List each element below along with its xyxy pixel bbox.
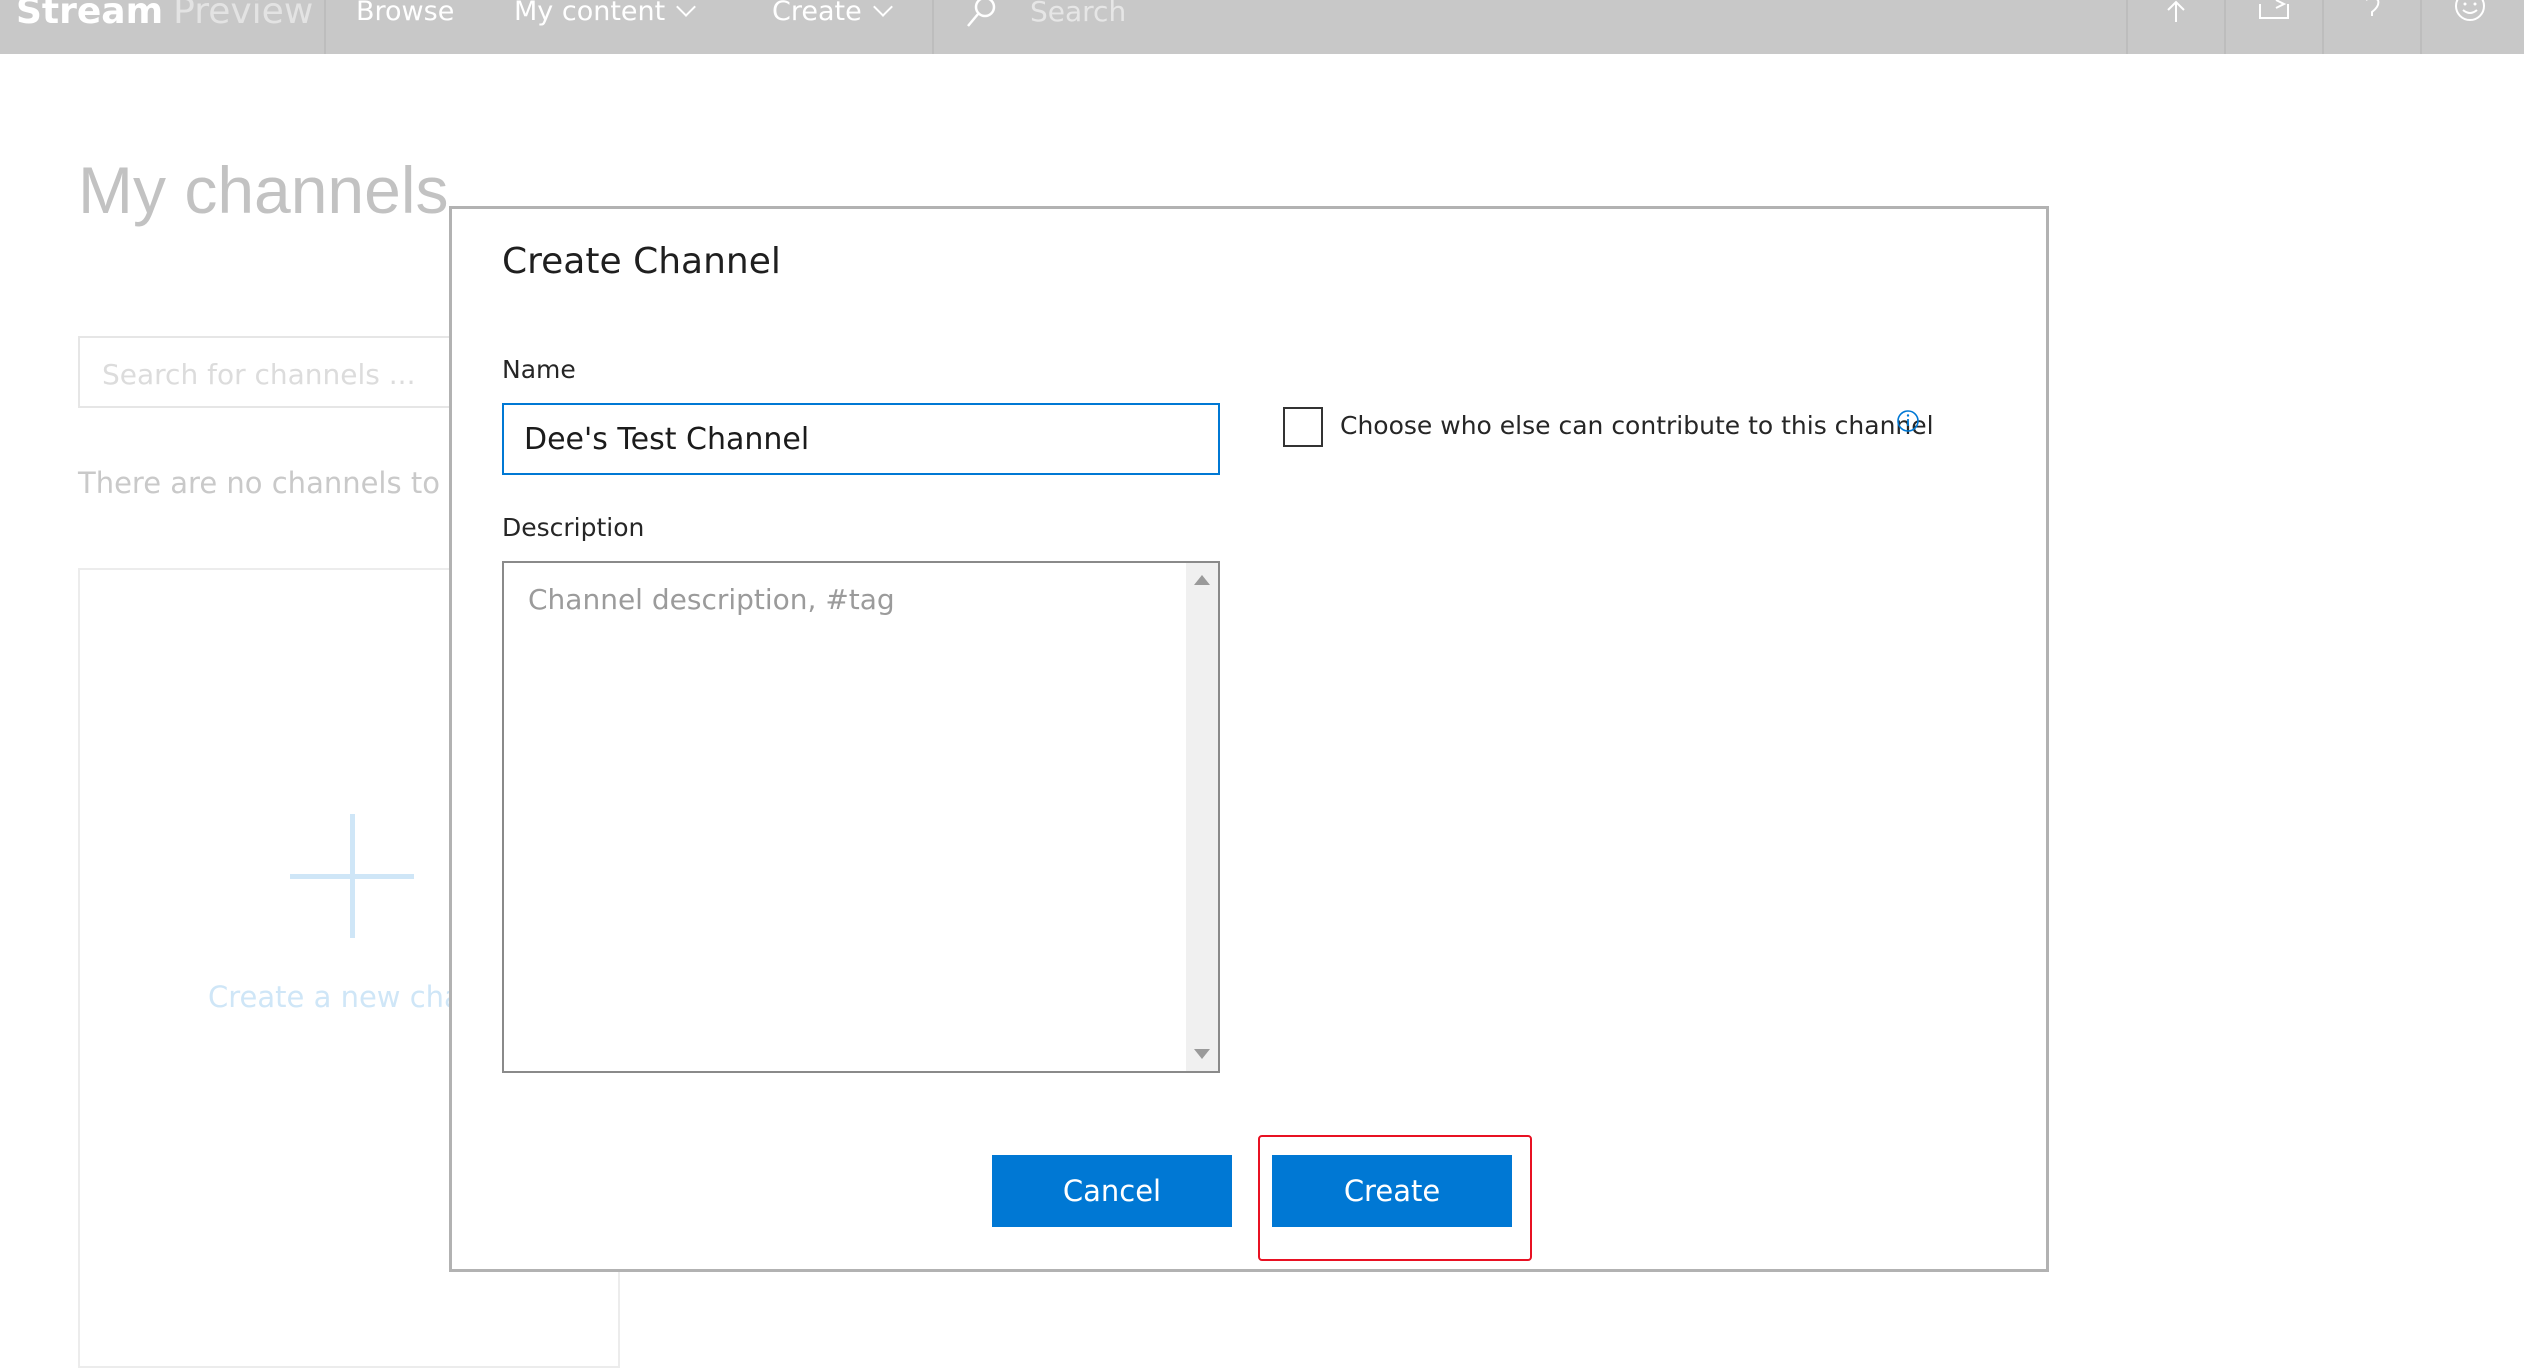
page-title: My channels [78,153,449,227]
description-label: Description [502,513,645,542]
brand-subtitle: Preview [173,0,314,32]
nav-divider [324,0,326,54]
description-scrollbar[interactable] [1186,563,1218,1071]
cancel-button[interactable]: Cancel [992,1155,1232,1227]
info-icon[interactable] [1896,409,1920,433]
nav-divider [2420,0,2422,54]
channel-name-input[interactable] [502,403,1220,475]
nav-divider [2224,0,2226,54]
channel-description-input[interactable] [504,563,1186,1071]
create-channel-dialog: Create Channel Name Choose who else can … [449,206,2049,1272]
nav-create[interactable]: Create [772,0,893,34]
search-icon[interactable] [966,0,998,32]
nav-divider [2322,0,2324,54]
chevron-down-icon [872,0,893,17]
nav-browse[interactable]: Browse [356,0,454,34]
top-navigation-bar: Stream Preview Browse My content Create S… [0,0,2524,54]
nav-divider [932,0,934,54]
contributors-checkbox[interactable] [1283,407,1323,447]
global-search-input[interactable]: Search [1030,0,1126,34]
create-button[interactable]: Create [1272,1155,1512,1227]
app-brand[interactable]: Stream Preview [16,0,313,34]
nav-my-content-label: My content [514,0,666,27]
plus-icon [290,814,414,938]
smiley-icon[interactable] [2454,0,2486,32]
help-icon[interactable] [2356,0,2388,32]
dialog-title: Create Channel [502,241,781,282]
contributors-label[interactable]: Choose who else can contribute to this c… [1340,411,1934,440]
description-field [502,561,1220,1073]
nav-divider [2126,0,2128,54]
channel-search-placeholder: Search for channels ... [102,358,416,391]
nav-my-content[interactable]: My content [514,0,697,34]
brand-name: Stream [16,0,164,32]
scroll-up-arrow-icon[interactable] [1194,575,1210,585]
scroll-down-arrow-icon[interactable] [1194,1049,1210,1059]
nav-create-label: Create [772,0,862,27]
name-label: Name [502,355,576,384]
chevron-down-icon [676,0,697,17]
upload-icon[interactable] [2160,0,2192,32]
share-icon[interactable] [2258,0,2290,32]
